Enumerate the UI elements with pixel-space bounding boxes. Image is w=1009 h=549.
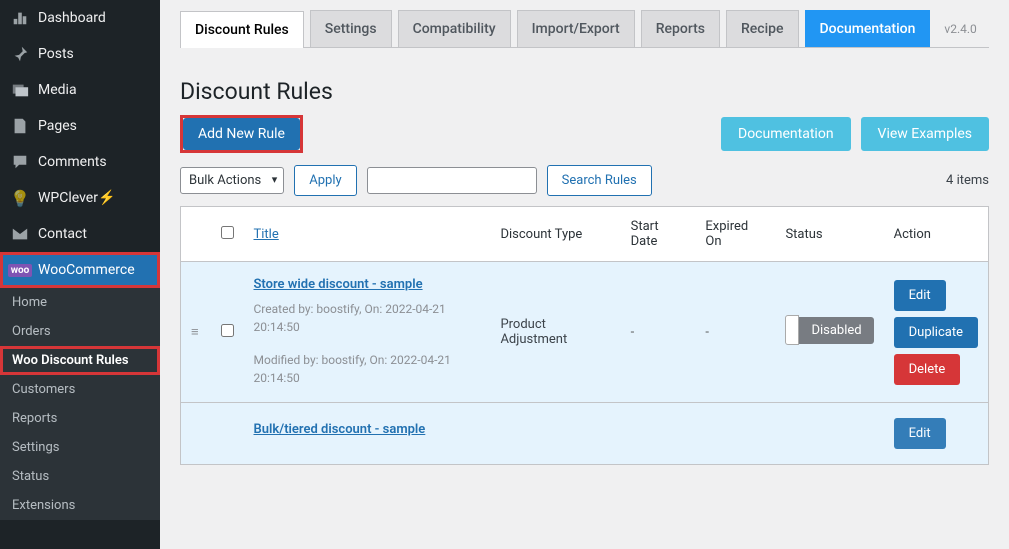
label: WPClever (38, 190, 98, 206)
sidebar-sub-wdr[interactable]: Woo Discount Rules (0, 346, 160, 375)
status-toggle[interactable]: Disabled (785, 315, 873, 345)
tab-discount-rules[interactable]: Discount Rules (180, 11, 304, 48)
tab-compatibility[interactable]: Compatibility (398, 10, 511, 47)
apply-button[interactable]: Apply (294, 165, 356, 196)
toggle-handle (785, 315, 799, 345)
rule-modified: Modified by: boostify, On: 2022-04-21 20… (254, 351, 481, 387)
sidebar-sub-orders[interactable]: Orders (0, 317, 160, 346)
table-row: ≡ Store wide discount - sample Created b… (181, 262, 989, 403)
bolt-icon: ⚡ (98, 190, 115, 206)
sidebar-sub-settings[interactable]: Settings (0, 433, 160, 462)
lightbulb-icon: 💡 (10, 188, 30, 208)
main-content: Discount Rules Settings Compatibility Im… (160, 0, 1009, 549)
duplicate-button[interactable]: Duplicate (894, 317, 978, 348)
sidebar-item-dashboard[interactable]: Dashboard (0, 0, 160, 36)
tab-settings[interactable]: Settings (310, 10, 392, 47)
label: Comments (38, 154, 107, 170)
table-row: Bulk/tiered discount - sample Edit (181, 403, 989, 465)
rule-title-link[interactable]: Store wide discount - sample (254, 277, 481, 292)
label: Media (38, 82, 77, 98)
sidebar-sub-status[interactable]: Status (0, 462, 160, 491)
rule-type: Product Adjustment (490, 262, 620, 403)
dashboard-icon (10, 8, 30, 28)
sidebar-item-pages[interactable]: Pages (0, 108, 160, 144)
view-examples-button[interactable]: View Examples (861, 117, 989, 151)
tab-documentation[interactable]: Documentation (805, 10, 931, 47)
woo-icon: woo (10, 260, 30, 280)
rule-title-link[interactable]: Bulk/tiered discount - sample (254, 422, 481, 437)
version-label: v2.4.0 (944, 22, 976, 36)
col-expired: Expired On (695, 207, 775, 262)
media-icon (10, 80, 30, 100)
sidebar-sub-home[interactable]: Home (0, 288, 160, 317)
sidebar-item-contact[interactable]: Contact (0, 216, 160, 252)
col-title[interactable]: Title (254, 227, 279, 242)
search-input[interactable] (367, 167, 537, 194)
admin-sidebar: Dashboard Posts Media Pages Comments 💡 W… (0, 0, 160, 549)
items-count: 4 items (946, 173, 989, 188)
label: Contact (38, 226, 87, 242)
row-checkbox[interactable] (221, 324, 234, 337)
sidebar-item-media[interactable]: Media (0, 72, 160, 108)
sidebar-item-posts[interactable]: Posts (0, 36, 160, 72)
sidebar-sub-extensions[interactable]: Extensions (0, 491, 160, 520)
add-new-rule-button[interactable]: Add New Rule (183, 118, 300, 150)
tab-reports[interactable]: Reports (641, 10, 720, 47)
rule-start: - (621, 262, 696, 403)
label: Pages (38, 118, 77, 134)
tab-import-export[interactable]: Import/Export (517, 10, 635, 47)
mail-icon (10, 224, 30, 244)
delete-button[interactable]: Delete (894, 354, 961, 385)
sidebar-sub-customers[interactable]: Customers (0, 375, 160, 404)
col-status: Status (775, 207, 883, 262)
pages-icon (10, 116, 30, 136)
pin-icon (10, 44, 30, 64)
comments-icon (10, 152, 30, 172)
tab-bar: Discount Rules Settings Compatibility Im… (180, 10, 989, 48)
rule-created: Created by: boostify, On: 2022-04-21 20:… (254, 300, 481, 336)
drag-handle-icon[interactable]: ≡ (191, 325, 199, 340)
bulk-actions-select[interactable]: Bulk Actions (180, 167, 284, 194)
edit-button[interactable]: Edit (894, 418, 946, 449)
label: Posts (38, 46, 74, 62)
page-title: Discount Rules (180, 78, 989, 105)
label: WooCommerce (38, 262, 135, 278)
documentation-button[interactable]: Documentation (721, 117, 851, 151)
select-all-checkbox[interactable] (221, 226, 234, 239)
col-start: Start Date (621, 207, 696, 262)
tab-recipe[interactable]: Recipe (726, 10, 799, 47)
rule-expired: - (695, 262, 775, 403)
col-action: Action (884, 207, 989, 262)
sidebar-item-comments[interactable]: Comments (0, 144, 160, 180)
sidebar-item-wpclever[interactable]: 💡 WPClever ⚡ (0, 180, 160, 216)
col-discount-type: Discount Type (490, 207, 620, 262)
sidebar-sub-reports[interactable]: Reports (0, 404, 160, 433)
label: Dashboard (38, 10, 106, 26)
edit-button[interactable]: Edit (894, 280, 946, 311)
toggle-label: Disabled (799, 317, 873, 344)
sidebar-item-woocommerce[interactable]: woo WooCommerce (0, 252, 160, 288)
rules-table: Title Discount Type Start Date Expired O… (180, 206, 989, 465)
search-rules-button[interactable]: Search Rules (547, 165, 652, 196)
